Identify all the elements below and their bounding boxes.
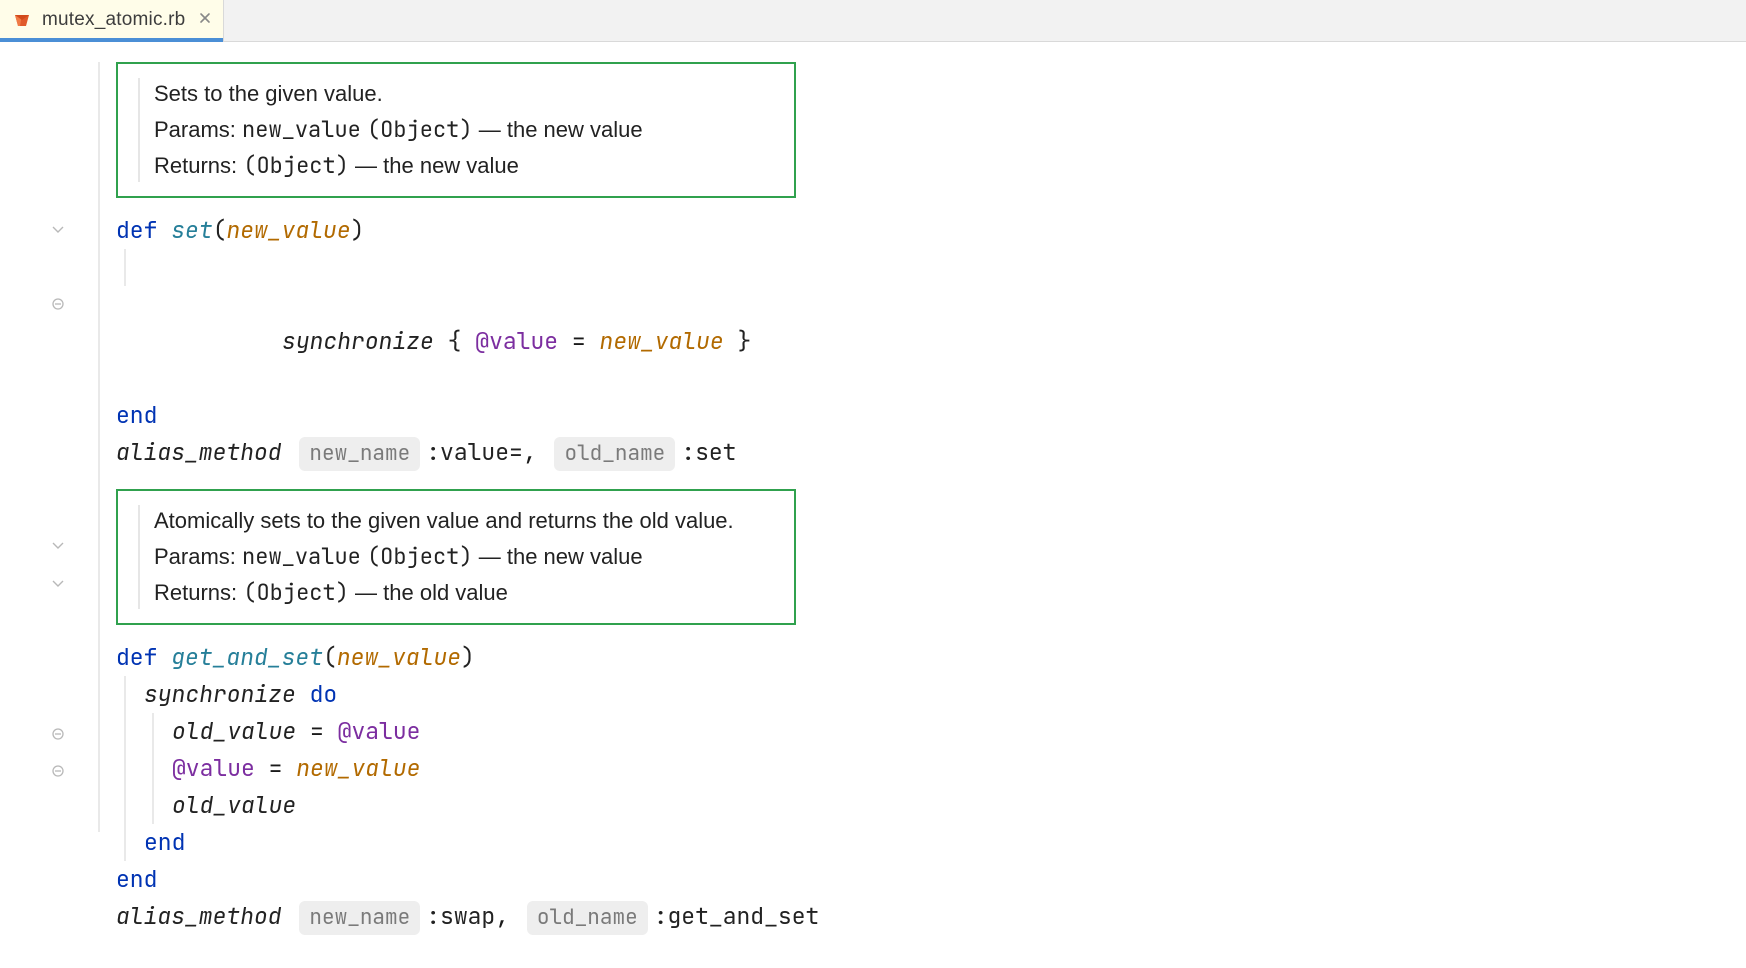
- tab-filename: mutex_atomic.rb: [42, 9, 185, 31]
- param: new_value: [296, 753, 420, 783]
- symbol: :swap: [426, 901, 495, 931]
- indent-guide: [124, 249, 126, 286]
- fold-icon[interactable]: [50, 576, 66, 592]
- doc-box: Sets to the given value. Params: new_val…: [116, 62, 796, 198]
- comma: ,: [523, 437, 537, 467]
- doc-returns-desc: the old value: [383, 580, 508, 605]
- doc-returns-desc: the new value: [383, 153, 519, 178]
- doc-returns: Returns: (Object) — the new value: [154, 148, 764, 184]
- tab-bar: mutex_atomic.rb: [0, 0, 1746, 42]
- param: new_value: [600, 326, 724, 356]
- close-icon[interactable]: [199, 11, 211, 29]
- doc-param-type: (Object): [367, 115, 473, 144]
- op: =: [572, 326, 586, 356]
- fold-icon[interactable]: [50, 726, 66, 742]
- inlay-hint: old_name: [527, 901, 648, 935]
- ivar: @value: [172, 753, 255, 783]
- keyword-do: do: [310, 679, 338, 709]
- doc-params-label: Params:: [154, 117, 236, 142]
- doc-params-label: Params:: [154, 544, 236, 569]
- indent-guide: [152, 713, 154, 824]
- indent-guide: [124, 676, 126, 861]
- brace: {: [448, 326, 462, 356]
- comma: ,: [495, 901, 509, 931]
- doc-params: Params: new_value (Object) — the new val…: [154, 112, 764, 148]
- code-line[interactable]: old_value: [172, 787, 1746, 824]
- code-line[interactable]: def get_and_set(new_value): [116, 639, 1746, 676]
- brace: }: [738, 326, 752, 356]
- doc-dash: —: [355, 153, 377, 178]
- ident: synchronize: [144, 679, 296, 709]
- doc-returns: Returns: (Object) — the old value: [154, 575, 764, 611]
- keyword-end: end: [116, 864, 157, 894]
- code-line[interactable]: @value = new_value: [172, 750, 1746, 787]
- doc-param-desc: the new value: [507, 117, 643, 142]
- doc-summary: Atomically sets to the given value and r…: [154, 503, 764, 539]
- ruby-file-icon: [12, 10, 32, 30]
- symbol: :get_and_set: [654, 901, 820, 931]
- doc-returns-label: Returns:: [154, 153, 237, 178]
- paren: (: [323, 642, 337, 672]
- method-name: set: [171, 215, 212, 245]
- doc-dash: —: [355, 580, 377, 605]
- doc-param-name: new_value: [242, 542, 361, 571]
- code-line[interactable]: def set(new_value): [116, 212, 1746, 249]
- doc-returns-type: (Object): [243, 151, 349, 180]
- inlay-hint: new_name: [299, 437, 420, 471]
- symbol: :value=: [426, 437, 523, 467]
- ident: old_value: [172, 716, 296, 746]
- param: new_value: [337, 642, 461, 672]
- code-line[interactable]: end: [144, 824, 1746, 861]
- doc-param-desc: the new value: [507, 544, 643, 569]
- code-line[interactable]: synchronize do: [144, 676, 1746, 713]
- doc-returns-type: (Object): [243, 578, 349, 607]
- op: =: [269, 753, 283, 783]
- fold-icon[interactable]: [50, 296, 66, 312]
- ident: old_value: [172, 790, 296, 820]
- doc-dash: —: [479, 544, 501, 569]
- keyword-def: def: [116, 215, 157, 245]
- ivar: @value: [475, 326, 558, 356]
- code-editor[interactable]: Sets to the given value. Params: new_val…: [74, 42, 1746, 968]
- doc-gutter-bar: [138, 78, 140, 182]
- doc-summary: Sets to the given value.: [154, 76, 764, 112]
- method-name: get_and_set: [171, 642, 323, 672]
- ident: alias_method: [116, 901, 282, 931]
- doc-param-type: (Object): [367, 542, 473, 571]
- doc-dash: —: [479, 117, 501, 142]
- param: new_value: [226, 215, 350, 245]
- ident: synchronize: [282, 326, 434, 356]
- op: =: [310, 716, 324, 746]
- keyword-end: end: [144, 827, 185, 857]
- code-line[interactable]: synchronize { @value = new_value }: [116, 249, 1746, 397]
- keyword-def: def: [116, 642, 157, 672]
- ident: alias_method: [116, 437, 282, 467]
- ivar: @value: [338, 716, 421, 746]
- paren: (: [213, 215, 227, 245]
- code-line[interactable]: end: [116, 397, 1746, 434]
- editor-tab[interactable]: mutex_atomic.rb: [0, 0, 224, 41]
- doc-returns-label: Returns:: [154, 580, 237, 605]
- doc-gutter-bar: [138, 505, 140, 609]
- code-line[interactable]: old_value = @value: [172, 713, 1746, 750]
- code-line[interactable]: end: [116, 861, 1746, 898]
- paren: ): [351, 215, 365, 245]
- indent-guide: [98, 62, 100, 832]
- fold-icon[interactable]: [50, 538, 66, 554]
- keyword-end: end: [116, 400, 157, 430]
- code-line[interactable]: alias_method new_name:swap, old_name:get…: [116, 898, 1746, 935]
- doc-params: Params: new_value (Object) — the new val…: [154, 539, 764, 575]
- inlay-hint: new_name: [299, 901, 420, 935]
- paren: ): [461, 642, 475, 672]
- code-line[interactable]: alias_method new_name:value=, old_name:s…: [116, 434, 1746, 471]
- gutter: [0, 42, 74, 968]
- inlay-hint: old_name: [554, 437, 675, 471]
- fold-icon[interactable]: [50, 763, 66, 779]
- doc-box: Atomically sets to the given value and r…: [116, 489, 796, 625]
- editor-area: Sets to the given value. Params: new_val…: [0, 42, 1746, 968]
- fold-icon[interactable]: [50, 222, 66, 238]
- doc-param-name: new_value: [242, 115, 361, 144]
- symbol: :set: [681, 437, 736, 467]
